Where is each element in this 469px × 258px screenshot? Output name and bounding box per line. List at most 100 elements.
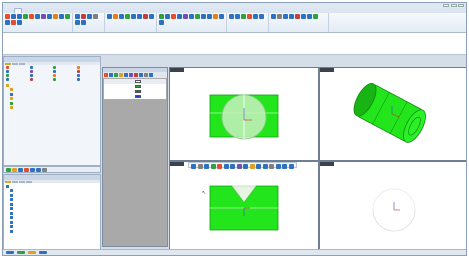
viewport-tool-icon[interactable] [230, 163, 235, 169]
viewport-side[interactable] [320, 162, 466, 252]
property-item[interactable] [6, 74, 28, 77]
ribbon-tool-icon[interactable] [75, 14, 80, 19]
ribbon-tool-icon[interactable] [213, 14, 218, 19]
property-item[interactable] [29, 74, 52, 77]
ribbon-tool-icon[interactable] [171, 14, 176, 19]
ribbon-tool-icon[interactable] [29, 14, 34, 19]
viewport-tool-icon[interactable] [249, 163, 255, 169]
ribbon-tool-icon[interactable] [289, 14, 294, 19]
ribbon-tool-icon[interactable] [229, 14, 234, 19]
ribbon-tool-icon[interactable] [159, 20, 164, 25]
panel-tool-button[interactable] [18, 168, 23, 172]
ribbon-tool-icon[interactable] [149, 14, 154, 19]
properties-tab[interactable] [12, 62, 18, 65]
panel-tool-button[interactable] [24, 168, 29, 172]
panel-tool-button[interactable] [30, 168, 35, 172]
ribbon-tool-icon[interactable] [259, 14, 264, 19]
layer-row[interactable] [104, 94, 166, 99]
ribbon-tool-icon[interactable] [11, 14, 16, 19]
ribbon-tool-icon[interactable] [113, 14, 118, 19]
command-input-area[interactable] [3, 33, 466, 55]
ribbon-tool-icon[interactable] [47, 14, 52, 19]
ribbon-tool-icon[interactable] [81, 14, 86, 19]
viewport-tool-icon[interactable] [269, 163, 274, 169]
ribbon-tool-icon[interactable] [75, 20, 80, 25]
ribbon-tool-icon[interactable] [17, 20, 22, 25]
layer-tool-button[interactable] [119, 73, 123, 77]
layer-tool-button[interactable] [109, 73, 113, 77]
layer-tool-button[interactable] [139, 73, 143, 77]
layer-color-swatch[interactable] [135, 89, 141, 94]
ribbon-tool-icon[interactable] [241, 14, 246, 19]
layer-tool-button[interactable] [129, 73, 133, 77]
ribbon-tool-icon[interactable] [283, 14, 288, 19]
panel-tool-button[interactable] [12, 168, 17, 172]
ribbon-tool-icon[interactable] [5, 14, 10, 19]
model-tree-tab[interactable] [12, 180, 18, 183]
property-item[interactable] [76, 70, 99, 73]
ribbon-tool-icon[interactable] [87, 14, 92, 19]
property-item[interactable] [76, 66, 99, 69]
ribbon-tool-icon[interactable] [183, 14, 188, 19]
viewport-tool-icon[interactable] [204, 163, 209, 169]
ribbon-tool-icon[interactable] [143, 14, 148, 19]
ribbon-tool-icon[interactable] [253, 14, 258, 19]
property-item[interactable] [6, 66, 28, 69]
ribbon-tool-icon[interactable] [201, 14, 206, 19]
maximize-button[interactable] [450, 3, 457, 7]
layer-tool-button[interactable] [144, 73, 148, 77]
ribbon-tool-icon[interactable] [53, 14, 58, 19]
property-item[interactable] [53, 78, 75, 81]
layer-tool-button[interactable] [149, 73, 153, 77]
property-item[interactable] [76, 74, 99, 77]
ribbon-tool-icon[interactable] [235, 14, 240, 19]
layer-color-swatch[interactable] [135, 84, 141, 89]
viewport-front[interactable] [170, 68, 318, 160]
ribbon-tool-icon[interactable] [195, 14, 200, 19]
model-tree-tab[interactable] [26, 180, 32, 183]
ribbon-tool-icon[interactable] [11, 20, 16, 25]
viewport-tool-icon[interactable] [223, 163, 229, 169]
ribbon-tool-icon[interactable] [165, 14, 170, 19]
tree-item[interactable] [6, 229, 98, 234]
ribbon-tool-icon[interactable] [159, 14, 164, 19]
layer-color-swatch[interactable] [135, 94, 141, 99]
ribbon-tool-icon[interactable] [189, 14, 194, 19]
property-item[interactable] [53, 70, 75, 73]
ribbon-tool-icon[interactable] [247, 14, 252, 19]
ribbon-tool-icon[interactable] [125, 14, 130, 19]
layer-tool-button[interactable] [114, 73, 118, 77]
viewport-tool-icon[interactable] [256, 163, 261, 169]
property-item[interactable] [6, 78, 28, 81]
ribbon-tool-icon[interactable] [5, 20, 10, 25]
ribbon-tool-icon[interactable] [35, 14, 40, 19]
layer-color-swatch[interactable] [135, 79, 141, 84]
viewport-tool-icon[interactable] [282, 163, 287, 169]
viewport-tool-icon[interactable] [262, 163, 268, 169]
viewport-isometric[interactable] [320, 68, 466, 160]
property-item[interactable] [29, 70, 52, 73]
property-item[interactable] [29, 78, 52, 81]
viewport-top[interactable]: ↖ [170, 162, 318, 252]
property-item[interactable] [76, 78, 99, 81]
ribbon-tool-icon[interactable] [131, 14, 136, 19]
ribbon-tool-icon[interactable] [65, 14, 70, 19]
ribbon-tool-icon[interactable] [301, 14, 306, 19]
ribbon-tool-icon[interactable] [207, 14, 212, 19]
model-tree-tab[interactable] [5, 180, 11, 183]
ribbon-tool-icon[interactable] [313, 14, 318, 19]
ribbon-tool-icon[interactable] [219, 14, 224, 19]
viewport-tool-icon[interactable] [243, 163, 248, 169]
viewport-tool-icon[interactable] [210, 163, 216, 169]
viewport-tool-icon[interactable] [191, 163, 196, 169]
layer-tool-button[interactable] [124, 73, 128, 77]
properties-tab[interactable] [19, 62, 25, 65]
property-item[interactable] [6, 70, 28, 73]
ribbon-tool-icon[interactable] [41, 14, 46, 19]
ribbon-tool-icon[interactable] [107, 14, 112, 19]
model-tree-tab[interactable] [19, 180, 25, 183]
layer-tool-button[interactable] [134, 73, 138, 77]
viewport-tool-icon[interactable] [217, 163, 222, 169]
layer-tool-button[interactable] [104, 73, 108, 77]
ribbon-tool-icon[interactable] [271, 14, 276, 19]
